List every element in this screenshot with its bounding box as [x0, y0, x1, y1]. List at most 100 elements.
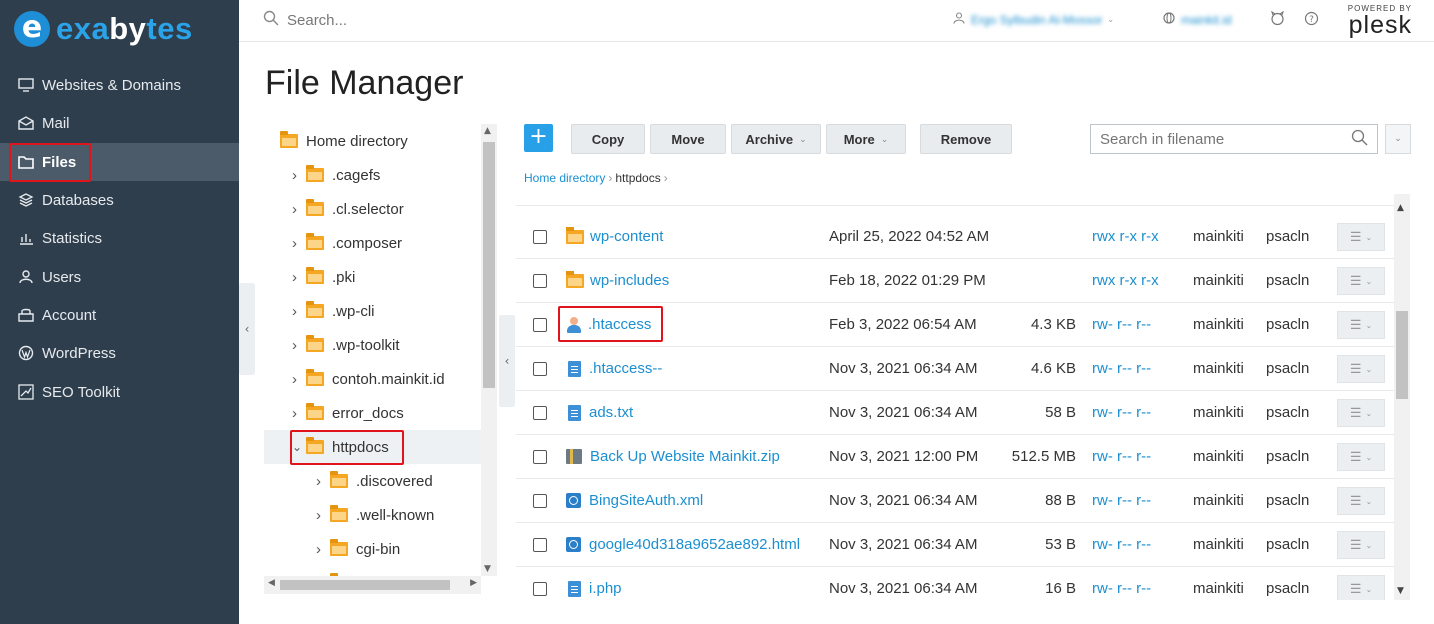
chevron-right-icon[interactable]: › [292, 337, 306, 354]
file-name-link[interactable]: .htaccess [566, 316, 651, 333]
sidebar-item-seo-toolkit[interactable]: SEO Toolkit [0, 373, 239, 411]
row-checkbox[interactable] [533, 494, 547, 508]
subscription-menu[interactable]: mainkit.id [1163, 12, 1232, 27]
collapse-tree-handle[interactable]: ‹ [499, 315, 515, 407]
scroll-left-icon[interactable]: ◀ [268, 578, 275, 588]
search-options-button[interactable]: ⌄ [1385, 124, 1411, 154]
row-menu-button[interactable]: ☰ ⌄ [1337, 311, 1385, 339]
file-name-link[interactable]: BingSiteAuth.xml [566, 492, 703, 509]
row-checkbox[interactable] [533, 230, 547, 244]
file-list-scrollbar[interactable]: ▲ ▼ [1394, 194, 1410, 600]
row-menu-button[interactable]: ☰ ⌄ [1337, 355, 1385, 383]
row-checkbox[interactable] [533, 406, 547, 420]
file-permissions[interactable]: rw- r-- r-- [1092, 404, 1151, 421]
scroll-up-icon[interactable]: ▲ [484, 126, 491, 136]
search-icon[interactable] [1351, 129, 1369, 151]
scroll-right-icon[interactable]: ▶ [470, 578, 477, 588]
row-checkbox[interactable] [533, 362, 547, 376]
tree-item[interactable]: › cgi-bin [316, 532, 400, 566]
tree-item[interactable]: › .cagefs [292, 158, 380, 192]
chevron-right-icon[interactable]: › [292, 167, 306, 184]
table-row[interactable]: .htaccess-- Nov 3, 2021 06:34 AM 4.6 KB rw-… [516, 347, 1394, 391]
filename-search[interactable] [1090, 124, 1378, 154]
user-menu[interactable]: Ergo Sylbudin Al-Mossor ⌄ [953, 12, 1114, 27]
add-button[interactable]: + [524, 124, 553, 152]
file-name-link[interactable]: .htaccess-- [566, 360, 662, 377]
file-name-link[interactable]: wp-includes [566, 270, 669, 289]
sidebar-item-websites-domains[interactable]: Websites & Domains [0, 66, 239, 104]
filename-search-input[interactable] [1100, 130, 1340, 148]
table-row[interactable]: wp-includes Feb 18, 2022 01:29 PM rwx r-x … [516, 259, 1394, 303]
breadcrumb-current[interactable]: httpdocs [615, 171, 660, 185]
sidebar-item-mail[interactable]: Mail [0, 104, 239, 142]
chevron-right-icon[interactable]: › [316, 541, 330, 558]
tree-item[interactable]: ⌄ httpdocs [264, 430, 481, 464]
cat-icon[interactable] [1270, 10, 1285, 30]
archive-button[interactable]: Archive ⌄ [731, 124, 821, 154]
row-checkbox[interactable] [533, 450, 547, 464]
collapse-sidebar-handle[interactable]: ‹ [239, 283, 255, 375]
scroll-thumb[interactable] [1396, 311, 1408, 399]
sidebar-item-statistics[interactable]: Statistics [0, 219, 239, 257]
row-menu-button[interactable]: ☰ ⌄ [1337, 267, 1385, 295]
table-row[interactable]: google40d318a9652ae892.html Nov 3, 2021 0… [516, 523, 1394, 567]
sidebar-item-files[interactable]: Files [0, 143, 239, 181]
tree-item[interactable]: › .well-known [316, 498, 434, 532]
tree-item[interactable]: › .pki [292, 260, 355, 294]
row-menu-button[interactable]: ☰ ⌄ [1337, 223, 1385, 251]
scroll-thumb[interactable] [483, 142, 495, 388]
row-menu-button[interactable]: ☰ ⌄ [1337, 487, 1385, 515]
table-row[interactable]: wp-content April 25, 2022 04:52 AM rwx r-x… [516, 215, 1394, 259]
row-menu-button[interactable]: ☰ ⌄ [1337, 575, 1385, 600]
tree-item[interactable]: › error_docs [292, 396, 404, 430]
file-permissions[interactable]: rwx r-x r-x [1092, 228, 1159, 245]
chevron-right-icon[interactable]: › [292, 405, 306, 422]
help-icon[interactable]: ? [1304, 11, 1319, 30]
scroll-down-icon[interactable]: ▼ [1397, 586, 1404, 596]
chevron-right-icon[interactable]: › [316, 473, 330, 490]
scroll-down-icon[interactable]: ▼ [484, 564, 491, 574]
chevron-right-icon[interactable]: › [292, 201, 306, 218]
tree-item[interactable]: › .discovered [316, 464, 433, 498]
remove-button[interactable]: Remove [920, 124, 1012, 154]
global-search[interactable]: Search... [263, 10, 347, 30]
move-button[interactable]: Move [650, 124, 726, 154]
file-permissions[interactable]: rw- r-- r-- [1092, 492, 1151, 509]
tree-item[interactable]: › .composer [292, 226, 402, 260]
sidebar-item-users[interactable]: Users [0, 258, 239, 296]
file-permissions[interactable]: rw- r-- r-- [1092, 536, 1151, 553]
table-row[interactable]: .htaccess Feb 3, 2022 06:54 AM 4.3 KB rw- r… [516, 303, 1394, 347]
row-menu-button[interactable]: ☰ ⌄ [1337, 399, 1385, 427]
tree-item[interactable]: › .cl.selector [292, 192, 404, 226]
table-row[interactable]: ads.txt Nov 3, 2021 06:34 AM 58 B rw- r-- r… [516, 391, 1394, 435]
directory-tree[interactable]: Home directory › .cagefs › .cl.selector › .co… [264, 124, 497, 600]
table-row[interactable]: i.php Nov 3, 2021 06:34 AM 16 B rw- r-- r--… [516, 567, 1394, 600]
row-checkbox[interactable] [533, 274, 547, 288]
table-row[interactable]: BingSiteAuth.xml Nov 3, 2021 06:34 AM 88 B… [516, 479, 1394, 523]
row-checkbox[interactable] [533, 582, 547, 596]
row-menu-button[interactable]: ☰ ⌄ [1337, 443, 1385, 471]
copy-button[interactable]: Copy [571, 124, 645, 154]
chevron-right-icon[interactable]: › [292, 371, 306, 388]
tree-scrollbar-vertical[interactable]: ▲ ▼ [481, 124, 497, 576]
tree-item[interactable]: › contoh.mainkit.id [292, 362, 445, 396]
sidebar-item-databases[interactable]: Databases [0, 181, 239, 219]
file-permissions[interactable]: rw- r-- r-- [1092, 316, 1151, 333]
tree-item[interactable]: › .wp-cli [292, 294, 375, 328]
row-menu-button[interactable]: ☰ ⌄ [1337, 531, 1385, 559]
file-permissions[interactable]: rw- r-- r-- [1092, 448, 1151, 465]
chevron-down-icon[interactable]: ⌄ [292, 440, 306, 454]
file-permissions[interactable]: rw- r-- r-- [1092, 580, 1151, 597]
row-checkbox[interactable] [533, 538, 547, 552]
tree-item-home-directory[interactable]: Home directory [280, 124, 408, 158]
file-name-link[interactable]: google40d318a9652ae892.html [566, 536, 800, 553]
table-row[interactable]: Back Up Website Mainkit.zip Nov 3, 2021 1… [516, 435, 1394, 479]
breadcrumb-home[interactable]: Home directory [524, 171, 605, 185]
sidebar-item-wordpress[interactable]: WordPress [0, 334, 239, 372]
chevron-right-icon[interactable]: › [292, 235, 306, 252]
chevron-right-icon[interactable]: › [292, 303, 306, 320]
file-name-link[interactable]: Back Up Website Mainkit.zip [566, 448, 780, 465]
file-permissions[interactable]: rwx r-x r-x [1092, 272, 1159, 289]
brand-logo[interactable]: e exabytes [0, 0, 239, 58]
scroll-up-icon[interactable]: ▲ [1397, 203, 1404, 213]
